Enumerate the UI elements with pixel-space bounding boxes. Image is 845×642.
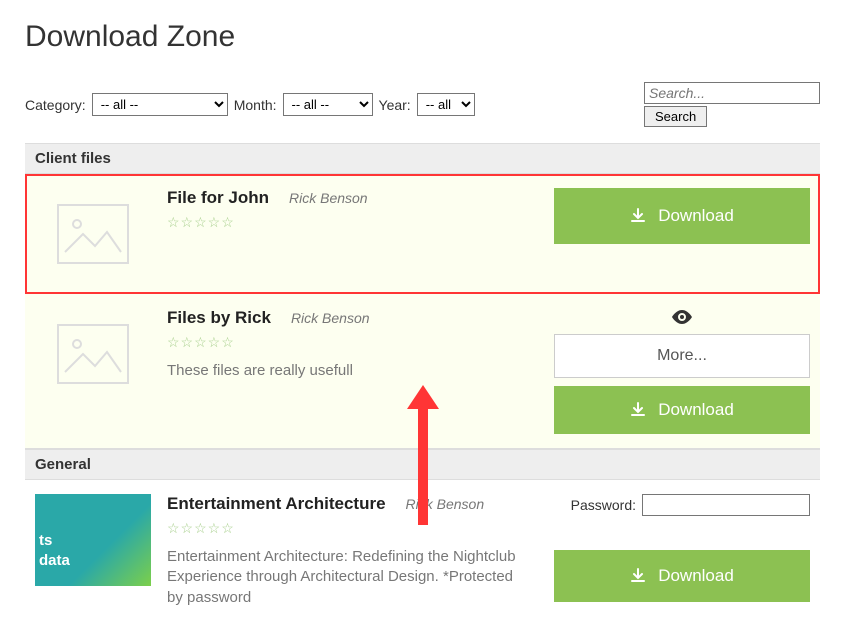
eye-icon [670,308,694,332]
download-icon [630,568,646,584]
thumb-text: data [39,552,70,569]
section-header-client: Client files [25,143,820,174]
file-item: File for John Rick Benson ☆☆☆☆☆ Download [25,174,820,294]
download-label: Download [658,566,734,586]
file-title: Entertainment Architecture [167,494,386,514]
image-placeholder-icon [57,324,129,384]
file-description: These files are really usefull [167,361,527,381]
rating-stars[interactable]: ☆☆☆☆☆ [167,334,542,351]
password-input[interactable] [642,494,810,516]
more-label: More... [657,347,707,365]
file-author: Rick Benson [289,190,368,206]
year-select[interactable]: -- all -- [417,93,475,116]
file-author: Rick Benson [291,310,370,326]
file-description: Entertainment Architecture: Redefining t… [167,547,527,608]
download-label: Download [658,400,734,420]
password-label: Password: [571,497,636,513]
search-input[interactable] [644,82,820,104]
image-placeholder-icon [57,204,129,264]
month-select[interactable]: -- all -- [283,93,373,116]
rating-stars[interactable]: ☆☆☆☆☆ [167,214,542,231]
download-button[interactable]: Download [554,188,810,244]
download-icon [630,402,646,418]
download-button[interactable]: Download [554,550,810,602]
year-label: Year: [379,97,411,113]
download-label: Download [658,206,734,226]
section-header-general: General [25,449,820,480]
more-button[interactable]: More... [554,334,810,378]
file-author: Rick Benson [406,496,485,512]
file-title: Files by Rick [167,308,271,328]
file-title: File for John [167,188,269,208]
thumb-text: ts [39,532,52,549]
thumbnail-placeholder [35,188,151,280]
category-select[interactable]: -- all -- [92,93,228,116]
thumbnail-image: ts data [35,494,151,586]
category-label: Category: [25,97,86,113]
download-button[interactable]: Download [554,386,810,434]
thumbnail-placeholder [35,308,151,400]
filter-bar: Category: -- all -- Month: -- all -- Yea… [25,82,820,127]
file-item: ts data Entertainment Architecture Rick … [25,480,820,622]
rating-stars[interactable]: ☆☆☆☆☆ [167,520,542,537]
file-item: Files by Rick Rick Benson ☆☆☆☆☆ These fi… [25,294,820,449]
month-label: Month: [234,97,277,113]
download-icon [630,208,646,224]
search-button[interactable]: Search [644,106,707,127]
page-title: Download Zone [25,20,820,54]
